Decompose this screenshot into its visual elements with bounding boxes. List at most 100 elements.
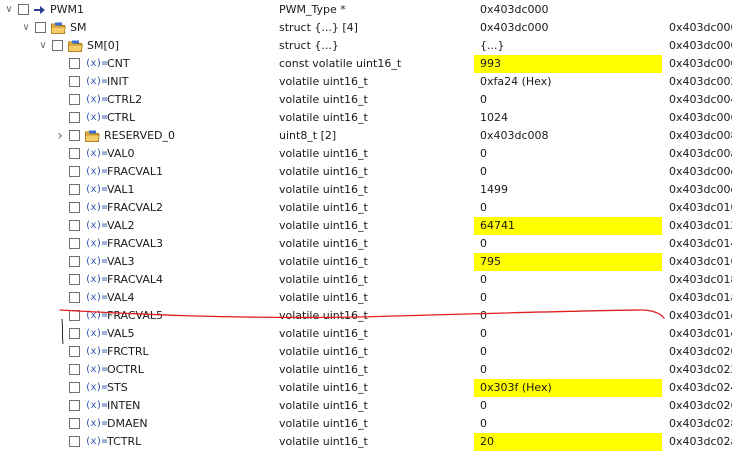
tree-row[interactable]: (x)= VAL0 volatile uint16_t 0 0x403dc00a [0, 145, 732, 163]
address-cell: 0x403dc000 [669, 57, 732, 70]
value-cell[interactable]: 0 [474, 307, 662, 325]
type-cell: volatile uint16_t [279, 435, 368, 448]
value-cell[interactable]: 0 [474, 145, 662, 163]
row-checkbox[interactable] [69, 148, 80, 159]
value-cell-changed[interactable]: 64741 [474, 217, 662, 235]
variable-icon: (x)= [85, 364, 108, 375]
row-checkbox[interactable] [69, 400, 80, 411]
type-cell: uint8_t [2] [279, 129, 337, 142]
expression-name: CNT [107, 57, 130, 70]
row-checkbox[interactable] [69, 202, 80, 213]
tree-row[interactable]: (x)= FRACVAL3 volatile uint16_t 0 0x403dc014 [0, 235, 732, 253]
row-checkbox[interactable] [69, 94, 80, 105]
address-cell: 0x403dc01c [669, 309, 732, 322]
row-checkbox[interactable] [69, 256, 80, 267]
chevron-down-icon[interactable]: ∨ [4, 1, 14, 19]
tree-row[interactable]: (x)= VAL2 volatile uint16_t 64741 0x403dc012 [0, 217, 732, 235]
value-cell[interactable]: 0x403dc008 [474, 127, 662, 145]
row-checkbox[interactable] [69, 112, 80, 123]
row-checkbox[interactable] [69, 292, 80, 303]
address-cell: 0x403dc028 [669, 417, 732, 430]
tree-row[interactable]: (x)= VAL1 volatile uint16_t 1499 0x403dc00e [0, 181, 732, 199]
value-cell[interactable]: 1499 [474, 181, 662, 199]
expression-name: VAL3 [107, 255, 135, 268]
row-checkbox[interactable] [69, 382, 80, 393]
tree-row[interactable]: (x)= CTRL2 volatile uint16_t 0 0x403dc004 [0, 91, 732, 109]
expression-name: FRCTRL [107, 345, 149, 358]
value-cell[interactable]: 1024 [474, 109, 662, 127]
row-checkbox[interactable] [69, 364, 80, 375]
tree-row[interactable]: ∨ SM struct {...} [4] 0x403dc000 0x403dc000 [0, 19, 732, 37]
tree-row[interactable]: (x)= VAL5 volatile uint16_t 0 0x403dc01e [0, 325, 732, 343]
value-cell[interactable]: 0 [474, 415, 662, 433]
tree-row[interactable]: (x)= DMAEN volatile uint16_t 0 0x403dc028 [0, 415, 732, 433]
value-cell-changed[interactable]: 20 [474, 433, 662, 451]
value-cell[interactable]: 0 [474, 235, 662, 253]
value-cell-changed[interactable]: 993 [474, 55, 662, 73]
expression-name: INTEN [107, 399, 141, 412]
tree-row[interactable]: (x)= FRACVAL1 volatile uint16_t 0 0x403dc00c [0, 163, 732, 181]
tree-row[interactable]: (x)= FRACVAL2 volatile uint16_t 0 0x403dc010 [0, 199, 732, 217]
chevron-down-icon[interactable]: ∨ [21, 19, 31, 37]
row-checkbox[interactable] [69, 184, 80, 195]
folder-icon [51, 22, 66, 34]
tree-row[interactable]: (x)= OCTRL volatile uint16_t 0 0x403dc022 [0, 361, 732, 379]
folder-icon [68, 40, 83, 52]
tree-row[interactable]: (x)= STS volatile uint16_t 0x303f (Hex) 0x40… [0, 379, 732, 397]
address-cell: 0x403dc01e [669, 327, 732, 340]
tree-row[interactable]: › RESERVED_0 uint8_t [2] 0x403dc008 0x403dc0… [0, 127, 732, 145]
type-cell: volatile uint16_t [279, 273, 368, 286]
value-cell[interactable]: 0 [474, 325, 662, 343]
value-cell[interactable]: 0 [474, 343, 662, 361]
row-checkbox[interactable] [69, 418, 80, 429]
row-checkbox[interactable] [69, 346, 80, 357]
tree-row[interactable]: (x)= CNT const volatile uint16_t 993 0x403dc… [0, 55, 732, 73]
value-cell[interactable]: 0 [474, 199, 662, 217]
row-checkbox[interactable] [69, 238, 80, 249]
value-cell[interactable]: 0xfa24 (Hex) [474, 73, 662, 91]
value-cell-changed[interactable]: 795 [474, 253, 662, 271]
value-cell[interactable]: 0 [474, 289, 662, 307]
row-checkbox[interactable] [52, 40, 63, 51]
tree-row[interactable]: ∨ SM[0] struct {...} {...} 0x403dc000 [0, 37, 732, 55]
tree-row[interactable]: (x)= TCTRL volatile uint16_t 20 0x403dc02a [0, 433, 732, 451]
tree-row[interactable]: (x)= VAL3 volatile uint16_t 795 0x403dc016 [0, 253, 732, 271]
value-cell[interactable]: 0x403dc000 [474, 1, 662, 19]
expression-name: PWM1 [50, 3, 84, 16]
row-checkbox[interactable] [69, 310, 80, 321]
tree-row[interactable]: ∨ PWM1 PWM_Type * 0x403dc000 [0, 1, 732, 19]
value-cell[interactable]: 0 [474, 397, 662, 415]
address-cell: 0x403dc026 [669, 399, 732, 412]
variable-icon: (x)= [85, 328, 108, 339]
expression-name: VAL0 [107, 147, 135, 160]
expression-name: CTRL2 [107, 93, 143, 106]
row-checkbox[interactable] [69, 76, 80, 87]
tree-row[interactable]: (x)= CTRL volatile uint16_t 1024 0x403dc006 [0, 109, 732, 127]
tree-row[interactable]: (x)= INIT volatile uint16_t 0xfa24 (Hex) 0x4… [0, 73, 732, 91]
tree-row[interactable]: (x)= FRCTRL volatile uint16_t 0 0x403dc020 [0, 343, 732, 361]
arrow-pointer-icon [34, 6, 45, 14]
row-checkbox[interactable] [69, 220, 80, 231]
tree-row[interactable]: (x)= FRACVAL5 volatile uint16_t 0 0x403dc01c [0, 307, 732, 325]
row-checkbox[interactable] [69, 328, 80, 339]
value-cell[interactable]: {...} [474, 37, 662, 55]
row-checkbox[interactable] [35, 22, 46, 33]
expression-name: FRACVAL5 [107, 309, 164, 322]
value-cell[interactable]: 0 [474, 271, 662, 289]
row-checkbox[interactable] [69, 436, 80, 447]
chevron-right-icon[interactable]: › [55, 127, 65, 145]
tree-row[interactable]: (x)= FRACVAL4 volatile uint16_t 0 0x403dc018 [0, 271, 732, 289]
row-checkbox[interactable] [69, 166, 80, 177]
row-checkbox[interactable] [69, 130, 80, 141]
value-cell[interactable]: 0x403dc000 [474, 19, 662, 37]
row-checkbox[interactable] [69, 58, 80, 69]
value-cell-changed[interactable]: 0x303f (Hex) [474, 379, 662, 397]
row-checkbox[interactable] [18, 4, 29, 15]
chevron-down-icon[interactable]: ∨ [38, 37, 48, 55]
tree-row[interactable]: (x)= INTEN volatile uint16_t 0 0x403dc026 [0, 397, 732, 415]
row-checkbox[interactable] [69, 274, 80, 285]
tree-row[interactable]: (x)= VAL4 volatile uint16_t 0 0x403dc01a [0, 289, 732, 307]
value-cell[interactable]: 0 [474, 163, 662, 181]
value-cell[interactable]: 0 [474, 361, 662, 379]
value-cell[interactable]: 0 [474, 91, 662, 109]
